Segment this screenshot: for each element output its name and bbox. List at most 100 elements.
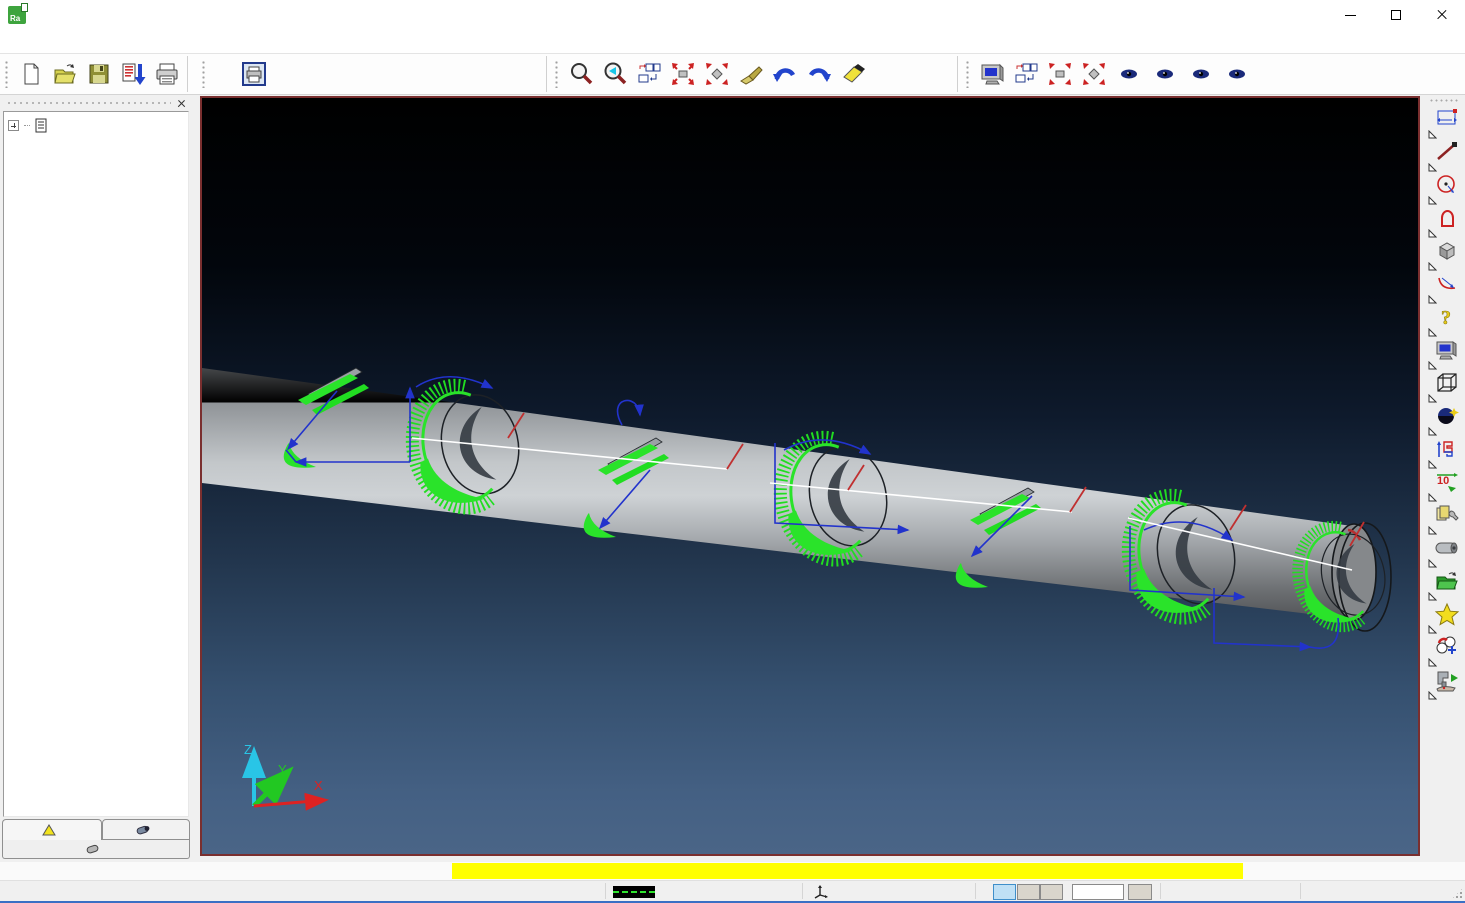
undo-button[interactable] (768, 57, 802, 91)
zoom-extents-button[interactable] (666, 57, 700, 91)
solid-cube-button[interactable] (1427, 239, 1461, 272)
expand-icon[interactable] (8, 120, 19, 131)
star-icon (1434, 602, 1460, 626)
view-monitor-button[interactable] (1427, 338, 1461, 371)
view-xyz-button[interactable] (1219, 56, 1255, 92)
import-geometry-button[interactable] (1427, 569, 1461, 602)
minimize-button[interactable] (1327, 0, 1373, 30)
panel-grip[interactable] (6, 101, 171, 105)
zoom-previous-icon (602, 61, 628, 87)
flyout-icon (1428, 361, 1437, 370)
flyout-icon (1428, 526, 1437, 535)
print-preview-button[interactable] (237, 57, 271, 91)
zoom-previous-button[interactable] (598, 57, 632, 91)
toolbar-grip[interactable] (4, 60, 10, 88)
profile-copy-icon (1434, 437, 1460, 461)
plane-xy-button[interactable] (993, 884, 1016, 900)
main-area: Z Y X (0, 95, 1465, 862)
render-button[interactable] (1427, 404, 1461, 437)
print-button[interactable] (150, 57, 184, 91)
pipe-scene: Z Y X (202, 98, 1418, 854)
toolbar-grip[interactable] (554, 60, 560, 88)
line-tool-button[interactable] (1427, 140, 1461, 173)
wireframe-cube-button[interactable] (1427, 371, 1461, 404)
render-sphere-icon (1434, 404, 1460, 428)
window-layout-2-button[interactable] (1009, 57, 1043, 91)
window-layout-button[interactable] (632, 57, 666, 91)
undo-icon (772, 61, 798, 87)
zoom-extents-3d-2-button[interactable] (1077, 57, 1111, 91)
zoom-button[interactable] (564, 57, 598, 91)
axis-x-label: X (314, 778, 323, 793)
job-list-node[interactable] (8, 118, 184, 133)
minimize-icon (1345, 15, 1356, 16)
zoom-extents-3d-button[interactable] (700, 57, 734, 91)
redo-button[interactable] (802, 57, 836, 91)
view-xz-button[interactable] (1147, 56, 1183, 92)
flyout-icon (1428, 625, 1437, 634)
open-file-button[interactable] (48, 57, 82, 91)
z-coordinate-input[interactable] (1072, 884, 1124, 900)
plane-yz-button[interactable] (1040, 884, 1063, 900)
toolbar-separator (957, 56, 958, 92)
flyout-icon (1428, 196, 1437, 205)
status-bar (0, 862, 1465, 901)
tab-machining[interactable] (2, 819, 102, 840)
redraw-button[interactable] (734, 57, 768, 91)
toolbar-grip[interactable] (201, 60, 207, 88)
tab-geometry[interactable] (2, 840, 190, 859)
toolbar-grip[interactable] (1429, 98, 1459, 103)
tab-pipe[interactable] (102, 819, 190, 840)
view-3d-button[interactable] (975, 57, 1009, 91)
new-file-button[interactable] (14, 57, 48, 91)
pipe-cylinder-icon (1434, 536, 1460, 560)
eye-icon (1120, 69, 1138, 80)
view-yz-button[interactable] (1183, 56, 1219, 92)
axis-y-label: Y (278, 762, 287, 777)
printer-icon (154, 61, 180, 87)
flyout-icon (1428, 691, 1437, 700)
maximize-button[interactable] (1373, 0, 1419, 30)
selection-highlight (452, 863, 1243, 879)
resize-grip[interactable] (1451, 887, 1464, 900)
circle-tool-button[interactable] (1427, 173, 1461, 206)
flyout-icon (1428, 262, 1437, 271)
dimension-rectangle-button[interactable] (1427, 107, 1461, 140)
view-xy-button[interactable] (1111, 56, 1147, 92)
pipe-tool-button[interactable] (1427, 536, 1461, 569)
viewport[interactable]: Z Y X (200, 96, 1420, 856)
zoom-extents-2-button[interactable] (1043, 57, 1077, 91)
open-folder-icon (52, 61, 78, 87)
zoom-extents-icon (670, 61, 696, 87)
panel-close-icon[interactable] (177, 99, 186, 108)
panel-tabs (2, 819, 190, 859)
flyout-icon (1428, 394, 1437, 403)
nc-code-export-button[interactable] (116, 57, 150, 91)
auto-dimension-button[interactable]: 10 (1427, 470, 1461, 503)
eye-icon (1156, 69, 1174, 80)
viewport-canvas[interactable]: Z Y X (202, 98, 1418, 854)
layer-tools-button[interactable] (1427, 503, 1461, 536)
circle-icon (1434, 173, 1460, 197)
document-icon (35, 118, 48, 133)
favorites-button[interactable] (1427, 602, 1461, 635)
slot-shape-button[interactable] (1427, 206, 1461, 239)
expand-coords-button[interactable] (1128, 884, 1152, 900)
erase-button[interactable] (836, 57, 870, 91)
question-icon: ? (1434, 305, 1460, 329)
arc-tool-button[interactable] (1427, 272, 1461, 305)
snap-settings-button[interactable] (1427, 635, 1461, 668)
toolbar-grip[interactable] (965, 60, 971, 88)
print-preview-icon (241, 61, 267, 87)
zoom-extents-3d-icon (704, 61, 730, 87)
nc-code-export-icon (120, 61, 146, 87)
machining-simulate-button[interactable] (1427, 668, 1461, 701)
eye-icon (1192, 69, 1210, 80)
plane-xz-button[interactable] (1017, 884, 1040, 900)
layer-linetype-swatch[interactable] (613, 886, 655, 898)
flyout-icon (1428, 295, 1437, 304)
close-button[interactable] (1419, 0, 1465, 30)
save-button[interactable] (82, 57, 116, 91)
profile-copy-button[interactable] (1427, 437, 1461, 470)
query-button[interactable]: ? (1427, 305, 1461, 338)
